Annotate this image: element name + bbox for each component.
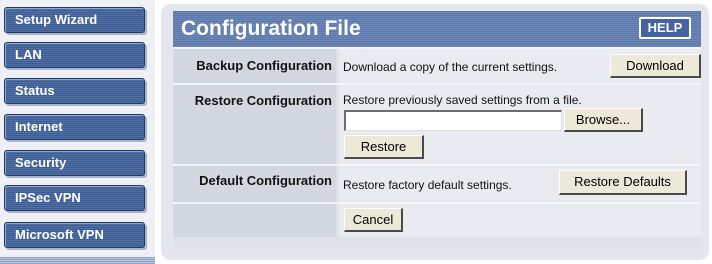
sidebar-footer-stripe [0, 257, 155, 264]
sidebar-item-security[interactable]: Security [4, 150, 145, 176]
cancel-row: Cancel [173, 204, 701, 237]
backup-row: Backup Configuration Download a copy of … [173, 49, 701, 83]
defaults-label-cell: Default Configuration [173, 166, 336, 202]
sidebar-item-ipsec-vpn[interactable]: IPSec VPN [4, 185, 145, 211]
restore-content: Restore previously saved settings from a… [339, 85, 701, 164]
backup-label: Backup Configuration [173, 49, 336, 83]
browse-button[interactable]: Browse... [564, 108, 643, 132]
page-title: Configuration File [181, 17, 361, 40]
restore-label-cell: Restore Configuration [173, 85, 336, 164]
restore-button[interactable]: Restore [344, 135, 424, 159]
cancel-label-cell [173, 204, 336, 237]
defaults-row: Default Configuration Restore factory de… [173, 166, 701, 202]
restore-defaults-button[interactable]: Restore Defaults [559, 170, 687, 195]
cancel-content: Cancel [339, 204, 701, 237]
sidebar-item-internet[interactable]: Internet [4, 114, 145, 140]
sidebar-item-microsoft-vpn[interactable]: Microsoft VPN [4, 222, 145, 248]
sidebar-item-setup-wizard[interactable]: Setup Wizard [4, 7, 145, 33]
restore-label: Restore Configuration [194, 93, 332, 108]
main-panel: Configuration File HELP Backup Configura… [161, 4, 709, 260]
backup-description: Download a copy of the current settings. [343, 60, 558, 74]
help-button[interactable]: HELP [639, 17, 691, 39]
defaults-label: Default Configuration [199, 173, 332, 188]
cancel-button[interactable]: Cancel [344, 208, 403, 232]
defaults-description: Restore factory default settings. [343, 178, 512, 192]
sidebar-item-lan[interactable]: LAN [4, 42, 145, 68]
restore-row: Restore Configuration Restore previously… [173, 85, 701, 164]
config-file-form: Configuration File HELP Backup Configura… [173, 11, 701, 249]
download-button[interactable]: Download [610, 54, 701, 78]
restore-file-input[interactable] [344, 110, 562, 131]
defaults-content: Restore factory default settings. Restor… [339, 166, 701, 202]
backup-content: Download a copy of the current settings.… [339, 49, 701, 83]
sidebar-nav: Setup Wizard LAN Status Internet Securit… [0, 0, 155, 264]
sidebar-item-status[interactable]: Status [4, 78, 145, 104]
title-bar: Configuration File HELP [173, 11, 701, 47]
restore-description: Restore previously saved settings from a… [343, 93, 582, 107]
